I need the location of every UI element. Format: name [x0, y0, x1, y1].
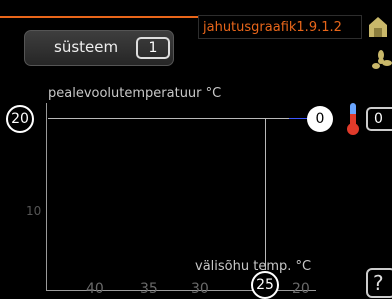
- y-axis: [46, 103, 47, 291]
- x-tick-label: 35: [140, 281, 158, 297]
- thermometer-icon: [347, 103, 359, 135]
- y-axis-label: pealevoolutemperatuur °C: [48, 86, 222, 101]
- x-tick-label: 40: [86, 281, 104, 297]
- page-title: jahutusgraafik1.9.1.2: [198, 15, 362, 39]
- y-tick-label: 10: [26, 204, 42, 218]
- flow-temperature-line: [48, 118, 289, 119]
- x-tick-label: 20: [292, 281, 310, 297]
- x-axis-label: välisõhu temp. °C: [195, 259, 312, 274]
- offset-value-box[interactable]: 0: [366, 107, 392, 131]
- help-button[interactable]: ?: [366, 268, 392, 298]
- snowflake-house-icon: [369, 17, 387, 37]
- system-value-box[interactable]: 1: [136, 37, 170, 59]
- header-accent-line: [0, 16, 198, 18]
- x-tick-label: 30: [191, 281, 209, 297]
- y-value-marker[interactable]: 20: [6, 105, 34, 133]
- system-label: süsteem: [54, 38, 119, 56]
- offset-point[interactable]: 0: [307, 106, 333, 132]
- fan-icon: [372, 50, 392, 69]
- x-value-marker[interactable]: 25: [251, 271, 279, 299]
- outdoor-temperature-line: [265, 118, 266, 270]
